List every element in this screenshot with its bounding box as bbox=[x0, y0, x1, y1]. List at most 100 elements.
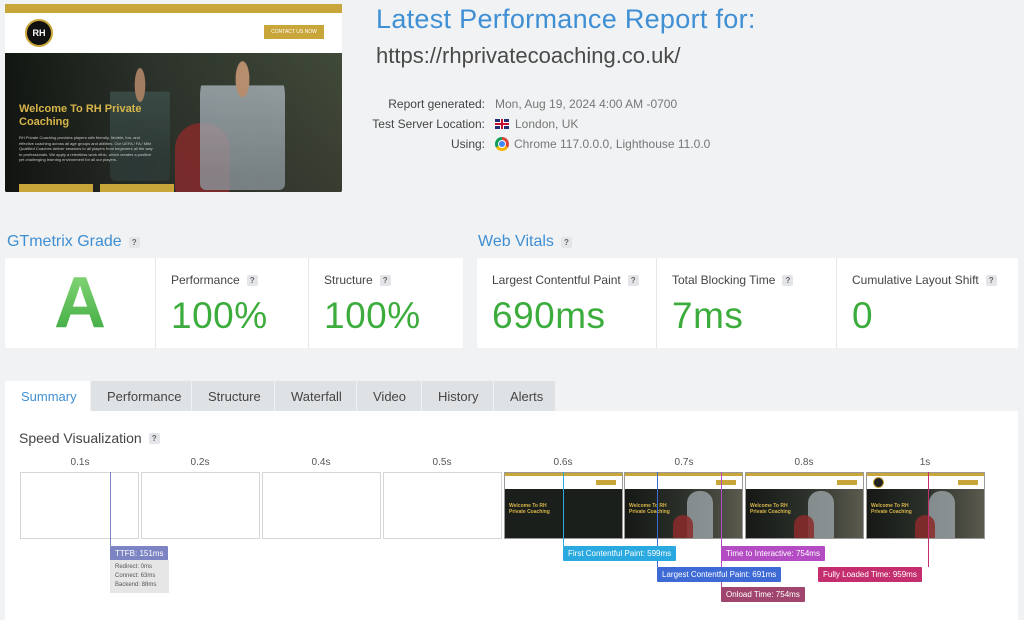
meta-label: Test Server Location: bbox=[372, 117, 485, 131]
performance-label: Performance bbox=[171, 273, 240, 287]
performance-value: 100% bbox=[171, 295, 268, 336]
help-icon[interactable]: ? bbox=[128, 236, 140, 248]
frame-button bbox=[716, 480, 736, 485]
meta-row-location: Test Server Location: London, UK bbox=[350, 114, 710, 134]
meta-using-value: Chrome 117.0.0.0, Lighthouse 11.0.0 bbox=[514, 137, 711, 151]
ttfb-marker-line bbox=[110, 472, 111, 546]
tab-waterfall[interactable]: Waterfall bbox=[275, 381, 357, 411]
site-header: RH CONTACT US NOW bbox=[5, 13, 342, 53]
web-vitals-title: Web Vitals bbox=[478, 233, 554, 250]
structure-value: 100% bbox=[324, 295, 421, 336]
report-url: https://rhprivatecoaching.co.uk/ bbox=[376, 43, 681, 68]
timeline-tick: 0.7s bbox=[674, 457, 694, 468]
filmstrip-frame[interactable]: Welcome To RH Private Coaching bbox=[866, 472, 985, 539]
timeline-tick: 0.2s bbox=[190, 457, 210, 468]
site-hero-title: Welcome To RH Private Coaching bbox=[19, 103, 142, 128]
frame-button bbox=[596, 480, 616, 485]
gtmetrix-grade-heading: GTmetrix Grade ? bbox=[7, 233, 140, 251]
lcp-label-row: Largest Contentful Paint ? bbox=[492, 273, 641, 287]
fcp-marker-line bbox=[563, 472, 564, 546]
report-meta: Report generated: Mon, Aug 19, 2024 4:00… bbox=[350, 94, 710, 154]
meta-location-value: London, UK bbox=[515, 117, 579, 131]
timeline-tick: 1s bbox=[919, 457, 931, 468]
tab-video[interactable]: Video bbox=[357, 381, 422, 411]
frame-logo bbox=[873, 477, 884, 488]
speed-visualization-heading: Speed Visualization ? bbox=[19, 430, 160, 446]
help-icon[interactable]: ? bbox=[246, 274, 258, 286]
frame-figure bbox=[794, 515, 814, 538]
filmstrip-frame[interactable] bbox=[141, 472, 260, 539]
performance-label-row: Performance ? bbox=[171, 273, 293, 287]
ttfb-marker: TTFB: 151ms bbox=[110, 546, 169, 561]
help-icon[interactable]: ? bbox=[560, 236, 572, 248]
help-icon[interactable]: ? bbox=[379, 274, 391, 286]
filmstrip-frame[interactable]: Welcome To RH Private Coaching bbox=[745, 472, 864, 539]
hero-figure bbox=[200, 55, 285, 190]
uk-flag-icon bbox=[495, 119, 509, 129]
frame-figure bbox=[915, 515, 935, 538]
meta-row-using: Using: Chrome 117.0.0.0, Lighthouse 11.0… bbox=[350, 134, 710, 154]
cls-label-row: Cumulative Layout Shift ? bbox=[852, 273, 1003, 287]
web-vitals-card: Largest Contentful Paint ? 690ms Total B… bbox=[477, 258, 1018, 348]
lcp-marker: Largest Contentful Paint: 691ms bbox=[657, 567, 782, 582]
site-hero-text: RH Private Coaching provides players wit… bbox=[19, 135, 153, 163]
structure-cell: Structure ? 100% bbox=[309, 258, 463, 348]
filmstrip-frame[interactable] bbox=[20, 472, 139, 539]
frame-caption: Welcome To RH Private Coaching bbox=[871, 503, 912, 515]
report-title: Latest Performance Report for: bbox=[376, 4, 756, 34]
tbt-label: Total Blocking Time bbox=[672, 273, 776, 287]
tbt-cell: Total Blocking Time ? 7ms bbox=[657, 258, 837, 348]
meta-generated-value: Mon, Aug 19, 2024 4:00 AM -0700 bbox=[495, 97, 678, 111]
tbt-label-row: Total Blocking Time ? bbox=[672, 273, 821, 287]
timeline-tick: 0.4s bbox=[311, 457, 331, 468]
tab-history[interactable]: History bbox=[422, 381, 494, 411]
flt-marker: Fully Loaded Time: 959ms bbox=[818, 567, 922, 582]
onload-marker: Onload Time: 754ms bbox=[721, 587, 805, 602]
site-topbar bbox=[5, 4, 342, 13]
frame-button bbox=[958, 480, 978, 485]
help-icon[interactable]: ? bbox=[627, 274, 639, 286]
ttfb-backend: Backend: 88ms bbox=[115, 582, 157, 588]
filmstrip-frame[interactable] bbox=[383, 472, 502, 539]
help-icon[interactable]: ? bbox=[782, 274, 794, 286]
meta-using: Chrome 117.0.0.0, Lighthouse 11.0.0 bbox=[495, 137, 710, 151]
tab-summary[interactable]: Summary bbox=[5, 381, 91, 411]
site-hero-button bbox=[100, 184, 174, 192]
site-hero-button bbox=[19, 184, 93, 192]
grade-letter: A bbox=[54, 263, 106, 343]
timeline-tick: 0.1s bbox=[70, 457, 90, 468]
cls-cell: Cumulative Layout Shift ? 0 bbox=[837, 258, 1018, 348]
fcp-marker: First Contentful Paint: 599ms bbox=[563, 546, 677, 561]
frame-caption: Welcome To RH Private Coaching bbox=[629, 503, 670, 515]
meta-location: London, UK bbox=[495, 117, 578, 131]
chrome-icon bbox=[495, 137, 509, 151]
help-icon[interactable]: ? bbox=[985, 274, 997, 286]
report-tabs: Summary Performance Structure Waterfall … bbox=[5, 381, 556, 411]
site-hero-image: Welcome To RH Private Coaching RH Privat… bbox=[5, 53, 342, 192]
timeline-tick: 0.6s bbox=[553, 457, 573, 468]
meta-label: Report generated: bbox=[388, 97, 485, 111]
frame-figure bbox=[673, 515, 693, 538]
frame-caption: Welcome To RH Private Coaching bbox=[509, 503, 550, 515]
ttfb-redirect: Redirect: 0ms bbox=[115, 564, 153, 570]
ttfb-connect: Connect: 63ms bbox=[115, 573, 156, 579]
help-icon[interactable]: ? bbox=[148, 432, 160, 444]
tti-marker: Time to Interactive: 754ms bbox=[721, 546, 825, 561]
structure-label: Structure bbox=[324, 273, 373, 287]
timeline-tick: 0.5s bbox=[432, 457, 452, 468]
filmstrip-frame[interactable] bbox=[262, 472, 381, 539]
grade-cell: A bbox=[5, 258, 156, 348]
cls-value: 0 bbox=[852, 295, 874, 336]
tab-alerts[interactable]: Alerts bbox=[494, 381, 556, 411]
tab-structure[interactable]: Structure bbox=[192, 381, 275, 411]
web-vitals-heading: Web Vitals ? bbox=[478, 233, 572, 251]
lcp-cell: Largest Contentful Paint ? 690ms bbox=[477, 258, 657, 348]
lcp-label: Largest Contentful Paint bbox=[492, 273, 621, 287]
filmstrip-frame[interactable]: Welcome To RH Private Coaching bbox=[624, 472, 743, 539]
site-logo: RH bbox=[25, 19, 53, 47]
ttfb-breakdown: Redirect: 0ms Connect: 63ms Backend: 88m… bbox=[110, 560, 169, 593]
tab-performance[interactable]: Performance bbox=[91, 381, 192, 411]
flt-marker-line bbox=[928, 472, 929, 567]
frame-caption: Welcome To RH Private Coaching bbox=[750, 503, 791, 515]
meta-label: Using: bbox=[450, 137, 485, 151]
